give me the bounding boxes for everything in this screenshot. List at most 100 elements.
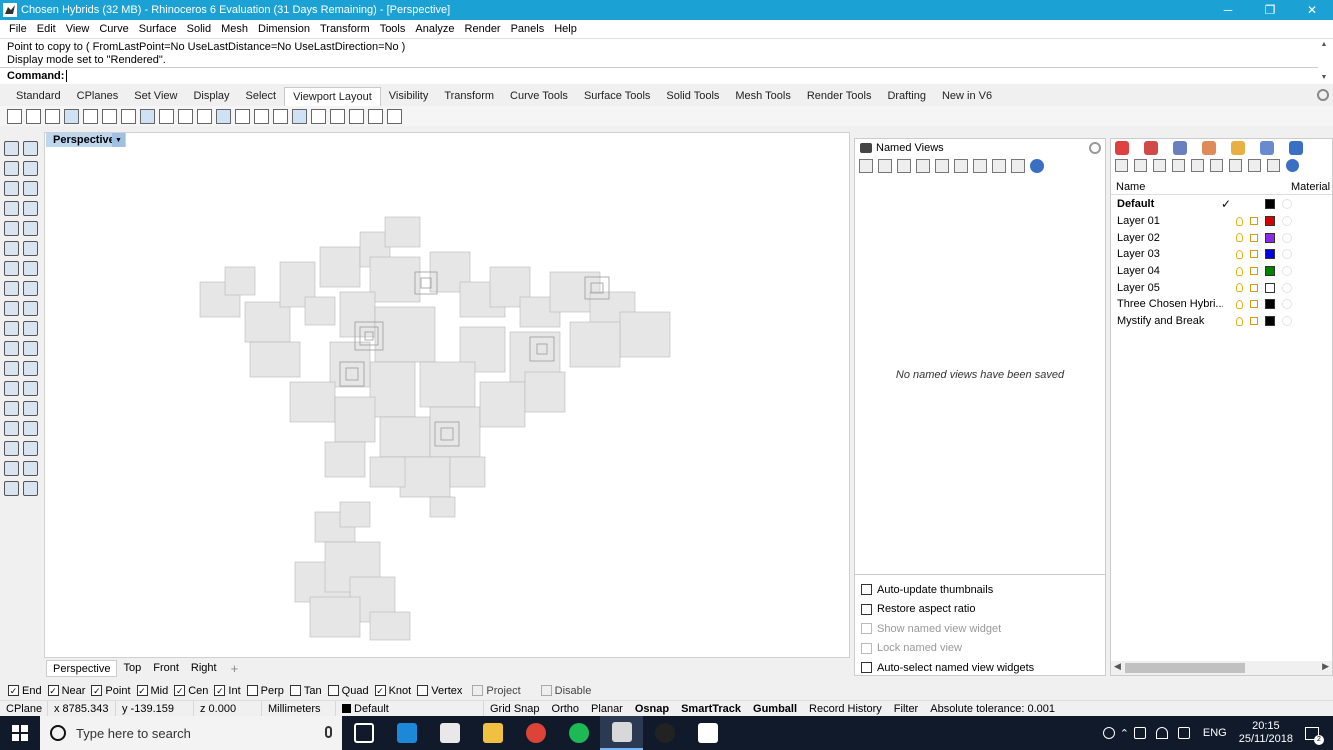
ortho-toggle[interactable]: Ortho	[546, 701, 586, 717]
option-restore-aspect-ratio[interactable]: Restore aspect ratio	[855, 600, 1105, 620]
tab-visibility[interactable]: Visibility	[381, 87, 437, 106]
grid-snap-toggle[interactable]: Grid Snap	[484, 701, 546, 717]
checkbox[interactable]	[472, 685, 484, 696]
dimension-icon[interactable]	[4, 321, 19, 336]
action-center-icon[interactable]: 2	[1305, 726, 1324, 745]
material-sphere-icon[interactable]	[1282, 249, 1292, 260]
column-name[interactable]: Name	[1111, 181, 1231, 193]
close-button[interactable]: ✕	[1291, 0, 1333, 20]
visibility-bulb-icon[interactable]	[1236, 316, 1243, 326]
menu-edit[interactable]: Edit	[32, 23, 61, 35]
lock-icon[interactable]	[1250, 267, 1258, 276]
boolean-split-icon[interactable]	[23, 341, 38, 356]
menu-file[interactable]: File	[4, 23, 32, 35]
layout-zoom-icon[interactable]	[349, 108, 364, 124]
menu-mesh[interactable]: Mesh	[216, 23, 253, 35]
visibility-bulb-icon[interactable]	[1236, 216, 1243, 226]
task-view-button[interactable]	[342, 716, 385, 750]
rectangle-icon[interactable]	[23, 201, 38, 216]
layer-row[interactable]: Layer 01	[1111, 213, 1332, 230]
block-icon[interactable]	[4, 421, 19, 436]
materials-panel-icon[interactable]	[1202, 141, 1216, 155]
viewport-orbit-icon[interactable]	[178, 108, 193, 124]
point-icon[interactable]	[23, 141, 38, 156]
floating-viewport-icon[interactable]	[216, 108, 231, 124]
tab-select[interactable]: Select	[238, 87, 285, 106]
osnap-knot[interactable]: ✓ Knot	[374, 685, 411, 697]
tab-curve-tools[interactable]: Curve Tools	[502, 87, 576, 106]
delete-view-icon[interactable]	[897, 159, 911, 173]
scrollbar-thumb[interactable]	[1125, 663, 1245, 673]
menu-curve[interactable]: Curve	[94, 23, 133, 35]
visibility-bulb-icon[interactable]	[1236, 233, 1243, 243]
checkbox[interactable]	[861, 584, 872, 596]
taskbar-app-mail[interactable]	[428, 716, 471, 750]
layout-detail-icon[interactable]	[311, 108, 326, 124]
osnap-quad[interactable]: Quad	[327, 685, 369, 697]
osnap-vertex[interactable]: Vertex	[417, 685, 462, 697]
layer-color-swatch[interactable]	[1265, 216, 1275, 227]
menu-tools[interactable]: Tools	[375, 23, 411, 35]
taskbar-app-explorer[interactable]	[471, 716, 514, 750]
surface-from-points-icon[interactable]	[4, 241, 19, 256]
checkbox[interactable]: ✓	[174, 685, 186, 696]
cplane-label[interactable]: CPlane	[0, 700, 48, 717]
tab-cplanes[interactable]: CPlanes	[69, 87, 127, 106]
select-arrow-icon[interactable]	[4, 141, 19, 156]
rendered-model[interactable]	[190, 212, 690, 644]
start-button[interactable]	[0, 716, 40, 750]
chamfer-icon[interactable]	[23, 361, 38, 376]
help-icon[interactable]	[1286, 159, 1299, 172]
layer-name[interactable]: Three Chosen Hybri...	[1111, 298, 1223, 310]
add-viewport-tab-button[interactable]: +	[223, 661, 247, 676]
open-view-icon[interactable]	[916, 159, 930, 173]
lock-icon[interactable]	[1250, 283, 1258, 292]
tab-transform[interactable]: Transform	[436, 87, 502, 106]
layer-name[interactable]: Layer 03	[1111, 248, 1223, 260]
dimension-linear-icon[interactable]	[23, 421, 38, 436]
minimize-button[interactable]: ─	[1207, 0, 1249, 20]
taskbar-app-rhino[interactable]	[600, 716, 643, 750]
tab-viewport-layout[interactable]: Viewport Layout	[284, 87, 381, 106]
lock-icon[interactable]	[1250, 317, 1258, 326]
taskbar-app-tumblr[interactable]	[643, 716, 686, 750]
filter-toggle[interactable]: Filter	[888, 701, 924, 717]
edit-view-icon[interactable]	[878, 159, 892, 173]
planar-toggle[interactable]: Planar	[585, 701, 629, 717]
record-history-toggle[interactable]: Record History	[803, 701, 888, 717]
panel-settings-gear-icon[interactable]	[1089, 142, 1101, 154]
lock-icon[interactable]	[1250, 233, 1258, 242]
volume-icon[interactable]	[1177, 727, 1190, 739]
column-material[interactable]: Material	[1291, 181, 1330, 193]
move-up-icon[interactable]	[1172, 159, 1185, 172]
lock-icon[interactable]	[1250, 250, 1258, 259]
option-auto-select-widgets[interactable]: Auto-select named view widgets	[855, 658, 1105, 678]
smarttrack-toggle[interactable]: SmartTrack	[675, 701, 747, 717]
checkbox[interactable]: ✓	[8, 685, 19, 696]
viewport-tab-perspective[interactable]: Perspective	[46, 659, 118, 677]
osnap-tan[interactable]: Tan	[289, 685, 322, 697]
tab-solid-tools[interactable]: Solid Tools	[658, 87, 727, 106]
osnap-mid[interactable]: ✓ Mid	[136, 685, 168, 697]
checkbox[interactable]: ✓	[91, 685, 103, 696]
checkbox[interactable]	[861, 662, 872, 674]
wifi-icon[interactable]	[1155, 727, 1168, 739]
tab-drafting[interactable]: Drafting	[879, 87, 934, 106]
layers-horizontal-scrollbar[interactable]: ◀ ▶	[1111, 661, 1332, 675]
move-out-icon[interactable]	[1210, 159, 1223, 172]
viewport-tab-top[interactable]: Top	[117, 660, 147, 677]
menu-panels[interactable]: Panels	[506, 23, 550, 35]
layer-color-swatch[interactable]	[1265, 199, 1275, 210]
scale-icon[interactable]	[23, 381, 38, 396]
taskbar-search[interactable]: Type here to search	[40, 716, 342, 750]
checkbox[interactable]	[417, 685, 429, 696]
copy-view-icon[interactable]	[973, 159, 987, 173]
layer-row[interactable]: Layer 04	[1111, 263, 1332, 280]
checkbox[interactable]: ✓	[374, 685, 386, 696]
ellipse-icon[interactable]	[4, 221, 19, 236]
layers-panel-icon[interactable]	[1144, 141, 1158, 155]
checkbox[interactable]	[540, 685, 552, 696]
viewport-menu-chevron-down-icon[interactable]: ▼	[112, 133, 125, 147]
mirror-icon[interactable]	[23, 401, 38, 416]
explode-icon[interactable]	[23, 441, 38, 456]
